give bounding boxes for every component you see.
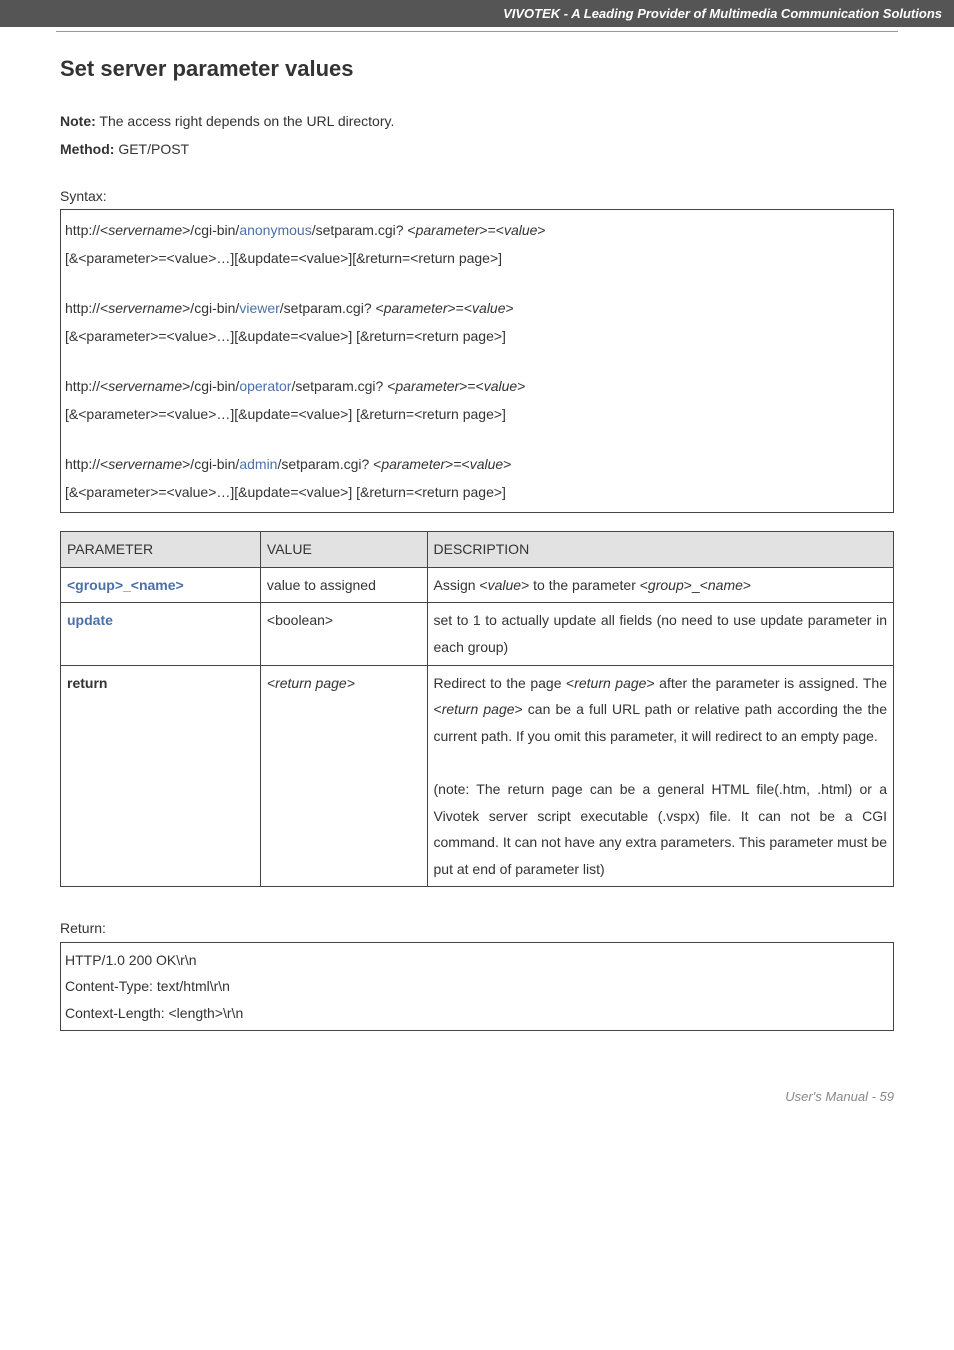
page-header-banner: VIVOTEK - A Leading Provider of Multimed…: [0, 0, 954, 27]
table-row: update <boolean> set to 1 to actually up…: [61, 603, 894, 665]
footer-text: User's Manual - 59: [785, 1089, 894, 1104]
param-desc: Assign <value> to the parameter <group>_…: [427, 567, 894, 603]
syntax-line1: http://<servername>/cgi-bin/anonymous/se…: [65, 216, 889, 244]
section-title: Set server parameter values: [60, 56, 894, 82]
syntax-block: http://<servername>/cgi-bin/admin/setpar…: [65, 450, 889, 506]
page-content: Set server parameter values Note: The ac…: [0, 56, 954, 1071]
syntax-block: http://<servername>/cgi-bin/viewer/setpa…: [65, 294, 889, 350]
col-parameter: PARAMETER: [61, 532, 261, 568]
param-name: <group>_<name>: [67, 577, 184, 593]
syntax-line2: [&<parameter>=<value>…][&update=<value>]…: [65, 244, 889, 272]
col-value: VALUE: [260, 532, 427, 568]
col-description: DESCRIPTION: [427, 532, 894, 568]
param-value: <return page>: [267, 675, 355, 691]
table-row: <group>_<name> value to assigned Assign …: [61, 567, 894, 603]
return-line: HTTP/1.0 200 OK\r\n: [65, 947, 889, 974]
note-label: Note:: [60, 113, 96, 129]
header-rule: [56, 31, 898, 32]
syntax-line2: [&<parameter>=<value>…][&update=<value>]…: [65, 322, 889, 350]
syntax-block: http://<servername>/cgi-bin/operator/set…: [65, 372, 889, 428]
parameter-table: PARAMETER VALUE DESCRIPTION <group>_<nam…: [60, 531, 894, 887]
param-desc: Redirect to the page <return page> after…: [427, 665, 894, 887]
param-value: value to assigned: [260, 567, 427, 603]
method-text: GET/POST: [114, 141, 189, 157]
syntax-block: http://<servername>/cgi-bin/anonymous/se…: [65, 216, 889, 272]
return-label: Return:: [60, 917, 894, 939]
syntax-line2: [&<parameter>=<value>…][&update=<value>]…: [65, 478, 889, 506]
param-value: <boolean>: [260, 603, 427, 665]
banner-text: VIVOTEK - A Leading Provider of Multimed…: [503, 6, 942, 21]
syntax-line2: [&<parameter>=<value>…][&update=<value>]…: [65, 400, 889, 428]
syntax-line1: http://<servername>/cgi-bin/operator/set…: [65, 372, 889, 400]
param-name: return: [67, 675, 107, 691]
param-name: update: [67, 612, 113, 628]
note-line: Note: The access right depends on the UR…: [60, 110, 894, 132]
syntax-line1: http://<servername>/cgi-bin/viewer/setpa…: [65, 294, 889, 322]
page-footer: User's Manual - 59: [0, 1071, 954, 1122]
syntax-box: http://<servername>/cgi-bin/anonymous/se…: [60, 209, 894, 513]
method-label: Method:: [60, 141, 114, 157]
table-header-row: PARAMETER VALUE DESCRIPTION: [61, 532, 894, 568]
param-desc: set to 1 to actually update all fields (…: [427, 603, 894, 665]
syntax-line1: http://<servername>/cgi-bin/admin/setpar…: [65, 450, 889, 478]
note-text: The access right depends on the URL dire…: [96, 113, 395, 129]
method-line: Method: GET/POST: [60, 138, 894, 160]
return-line: Content-Type: text/html\r\n: [65, 973, 889, 1000]
return-line: Context-Length: <length>\r\n: [65, 1000, 889, 1027]
table-row: return <return page> Redirect to the pag…: [61, 665, 894, 887]
return-box: HTTP/1.0 200 OK\r\n Content-Type: text/h…: [60, 942, 894, 1032]
syntax-label: Syntax:: [60, 185, 894, 207]
